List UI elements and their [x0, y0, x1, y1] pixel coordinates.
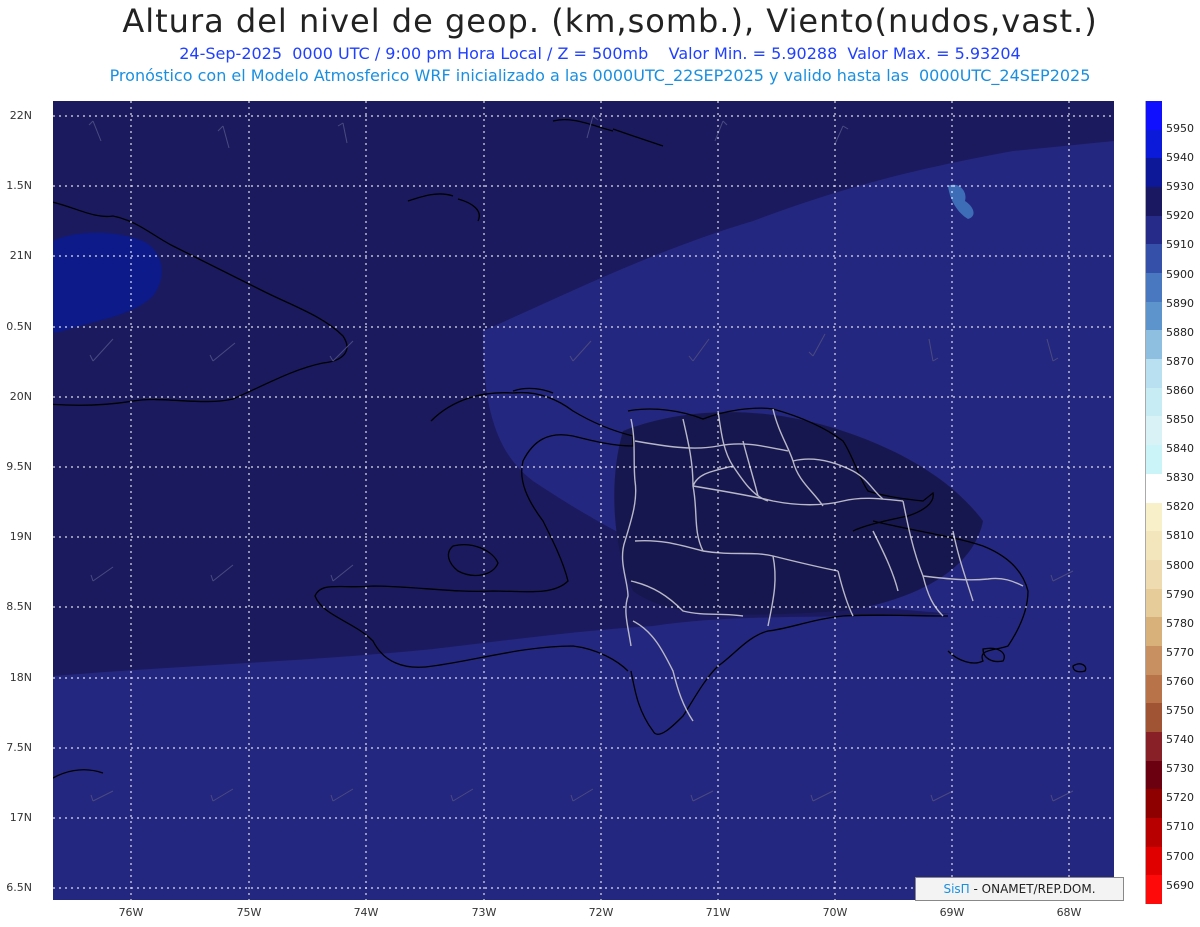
legend-label: 5750 [1166, 704, 1194, 717]
legend-label: 5810 [1166, 529, 1194, 543]
legend-swatch [1145, 387, 1162, 417]
legend-label: 5890 [1166, 296, 1194, 310]
legend-label: 5830 [1166, 471, 1194, 485]
chart-title: Altura del nivel de geop. (km,somb.), Vi… [122, 2, 1098, 40]
legend-swatch [1145, 817, 1162, 848]
lat-label: 8.5N [6, 600, 32, 613]
legend-label: 5820 [1166, 500, 1194, 514]
lat-label: 19N [9, 530, 32, 543]
lat-label: 0.5N [6, 320, 32, 333]
legend-swatch [1145, 473, 1162, 503]
legend-swatch [1145, 301, 1162, 331]
legend-swatch [1145, 330, 1162, 360]
legend-label: 5800 [1166, 558, 1194, 572]
legend-label: 5900 [1166, 267, 1194, 281]
legend-label: 5910 [1166, 238, 1194, 252]
lat-label: 7.5N [6, 741, 32, 754]
credit-box: SisΠ - ONAMET/REP.DOM. [915, 877, 1124, 901]
map-svg [53, 101, 1114, 900]
legend-swatch [1145, 187, 1162, 217]
lon-label: 72W [588, 906, 614, 919]
legend-swatch [1145, 674, 1162, 704]
legend-swatch [1145, 445, 1162, 475]
legend-swatch [1145, 502, 1162, 532]
lon-label: 69W [939, 906, 965, 919]
legend-swatch [1145, 416, 1162, 446]
chart-subtitle-model: Pronóstico con el Modelo Atmosferico WRF… [109, 66, 1091, 85]
legend-label: 5710 [1166, 820, 1194, 834]
legend-label: 5840 [1166, 442, 1194, 456]
legend-swatch [1145, 703, 1162, 733]
legend-swatch [1145, 875, 1162, 905]
lat-label: 20N [9, 390, 32, 403]
legend-label: 5880 [1166, 325, 1194, 339]
legend-swatch [1145, 359, 1162, 389]
legend-label: 5930 [1166, 180, 1194, 194]
legend-label: 5850 [1166, 413, 1194, 426]
legend-label: 5740 [1166, 733, 1194, 747]
lon-label: 68W [1056, 906, 1082, 919]
lat-label: 9.5N [6, 460, 32, 473]
legend-label: 5720 [1166, 791, 1194, 805]
legend-label: 5860 [1166, 383, 1194, 397]
legend-swatch [1145, 559, 1162, 590]
legend-swatch [1145, 617, 1162, 647]
lat-label: 18N [9, 671, 32, 684]
lon-label: 70W [822, 906, 848, 919]
lon-label: 75W [236, 906, 262, 919]
lon-label: 71W [705, 906, 731, 919]
legend-swatch [1145, 215, 1162, 245]
legend-swatch [1145, 789, 1162, 819]
legend-label: 5700 [1166, 849, 1194, 863]
legend-swatch [1145, 244, 1162, 274]
lat-label: 1.5N [6, 179, 32, 192]
legend-label: 5780 [1166, 616, 1194, 630]
legend-swatch [1145, 531, 1162, 561]
lat-label: 22N [9, 109, 32, 122]
legend-swatch [1145, 645, 1162, 676]
credit-text: - ONAMET/REP.DOM. [969, 882, 1096, 896]
legend-label: 5870 [1166, 354, 1194, 368]
lat-label: 21N [9, 249, 32, 262]
legend-label: 5920 [1166, 209, 1194, 223]
legend-swatch [1145, 846, 1162, 876]
lon-label: 74W [353, 906, 379, 919]
legend-swatch [1145, 760, 1162, 790]
legend-swatch [1145, 273, 1162, 303]
legend-swatch [1145, 129, 1162, 159]
legend-label: 5760 [1166, 674, 1194, 688]
legend-label: 5730 [1166, 762, 1194, 776]
lon-label: 73W [471, 906, 497, 919]
legend-label: 5770 [1166, 645, 1194, 659]
lat-label: 6.5N [6, 881, 32, 894]
lat-label: 17N [9, 811, 32, 824]
legend-label: 5950 [1166, 122, 1194, 135]
legend-label: 5790 [1166, 587, 1194, 601]
legend-swatch [1145, 731, 1162, 762]
color-scale-legend [1145, 101, 1163, 905]
map-plot-area [53, 101, 1114, 900]
legend-swatch [1145, 158, 1162, 188]
credit-brand: SisΠ [943, 882, 970, 896]
legend-swatch [1145, 101, 1162, 131]
legend-swatch [1145, 588, 1162, 618]
chart-subtitle-validity: 24-Sep-2025 0000 UTC / 9:00 pm Hora Loca… [179, 44, 1021, 63]
legend-label: 5940 [1166, 151, 1194, 165]
legend-label: 5690 [1166, 878, 1194, 892]
lon-label: 76W [118, 906, 144, 919]
